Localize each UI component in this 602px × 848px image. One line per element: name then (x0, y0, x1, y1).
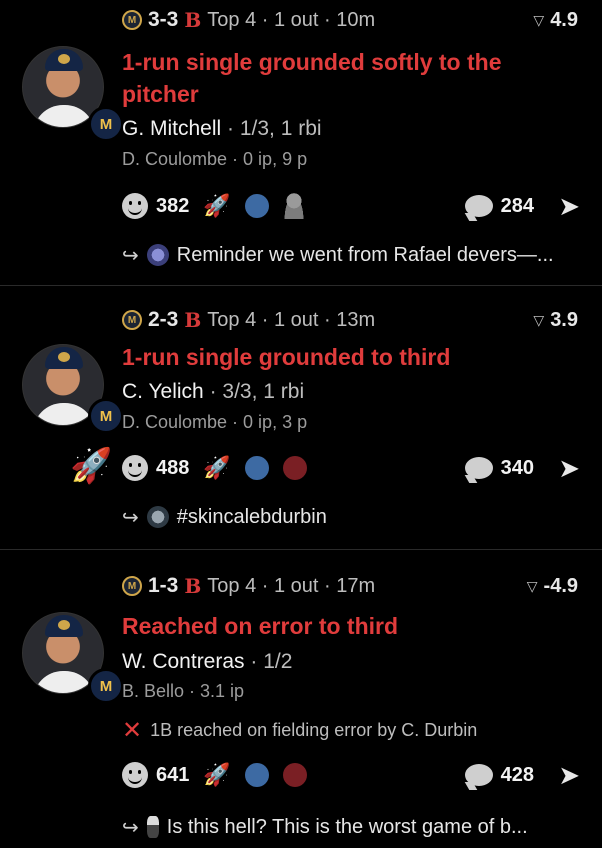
rocket-badge-icon: 🚀 (70, 447, 113, 485)
batter-stats: · 1/2 (250, 650, 293, 673)
batter-line: C. Yelich · 3/3, 1 rbi (122, 380, 304, 404)
top-reply[interactable]: ↪ #skincalebdurbin (122, 502, 327, 532)
reply-text: Reminder we went from Rafael devers—... (176, 243, 554, 266)
comments-button[interactable]: 340 (464, 453, 534, 483)
smile-reaction[interactable]: 641 (122, 762, 189, 788)
reply-text: Is this hell? This is the worst game of … (166, 815, 528, 838)
play-header: M 1-3 B Top 4 · 1 out · 17m (122, 572, 375, 600)
share-arrow-icon[interactable]: ➤ (558, 191, 580, 221)
score: 1-3 (148, 574, 179, 597)
leverage-icon: ▽ (533, 311, 545, 328)
play-title[interactable]: Reached on error to third (122, 610, 582, 642)
blue-dot-reaction[interactable] (244, 194, 269, 218)
play-title[interactable]: 1-run single grounded to third (122, 341, 582, 373)
brewers-logo-icon: M (88, 106, 124, 142)
reply-text: #skincalebdurbin (176, 505, 327, 528)
error-note: ✕ 1B reached on fielding error by C. Dur… (122, 716, 477, 745)
play-header: M 2-3 B Top 4 · 1 out · 13m (122, 306, 375, 334)
reply-arrow-icon: ↪ (122, 244, 139, 267)
reply-avatar (146, 506, 169, 528)
red-sox-b-icon: B (184, 308, 202, 332)
reply-arrow-icon: ↪ (122, 816, 139, 839)
reply-avatar (146, 816, 159, 838)
rocket-icon[interactable]: 🚀 (203, 762, 230, 788)
reaction-count: 488 (156, 456, 190, 479)
batter-name[interactable]: W. Contreras (122, 650, 245, 673)
smile-icon (122, 193, 148, 219)
comment-bubble-icon (464, 764, 493, 786)
inning-status: Top 4 · 1 out · 17m (207, 574, 376, 597)
leverage-value: -4.9 (543, 574, 578, 597)
comment-bubble-icon (464, 195, 493, 217)
brewers-logo-icon: M (88, 668, 124, 704)
brewers-logo-icon: M (88, 398, 124, 434)
top-reply[interactable]: ↪ Reminder we went from Rafael devers—..… (122, 240, 554, 270)
leverage-icon: ▽ (533, 11, 545, 28)
leverage-index: ▽ 4.9 (533, 6, 578, 34)
batter-stats: · 1/3, 1 rbi (227, 117, 322, 140)
batter-name[interactable]: C. Yelich (122, 380, 204, 403)
play-card-3[interactable]: M 1-3 B Top 4 · 1 out · 17m ▽ -4.9 M Rea… (0, 550, 602, 848)
pitcher-line: D. Coulombe · 0 ip, 9 p (122, 149, 308, 169)
brewers-shield-icon: M (122, 310, 142, 330)
blue-dot-reaction[interactable] (244, 763, 269, 787)
smile-reaction[interactable]: 382 (122, 193, 189, 219)
share-arrow-icon[interactable]: ➤ (558, 760, 580, 790)
pitcher-line: D. Coulombe · 0 ip, 3 p (122, 412, 308, 432)
leverage-icon: ▽ (526, 577, 538, 594)
batter-line: G. Mitchell · 1/3, 1 rbi (122, 117, 322, 141)
comment-count: 340 (500, 456, 534, 479)
inning-status: Top 4 · 1 out · 10m (207, 8, 376, 31)
smile-icon (122, 762, 148, 788)
comment-count: 284 (500, 194, 534, 217)
leverage-index: ▽ -4.9 (527, 572, 578, 600)
play-card-1[interactable]: M 3-3 B Top 4 · 1 out · 10m ▽ 4.9 M 1-ru… (0, 0, 602, 285)
ghost-reaction-icon[interactable] (282, 193, 305, 219)
play-title[interactable]: 1-run single grounded softly to the pitc… (122, 46, 582, 110)
comment-count: 428 (500, 763, 534, 786)
reactions-bar: 382 🚀 (122, 191, 305, 221)
red-sox-b-icon: B (184, 8, 202, 32)
play-card-2[interactable]: M 2-3 B Top 4 · 1 out · 13m ▽ 3.9 M 1-ru… (0, 286, 602, 549)
rocket-icon[interactable]: 🚀 (203, 455, 230, 481)
reaction-count: 382 (156, 194, 190, 217)
reactions-bar: 641 🚀 (122, 760, 307, 790)
brewers-shield-icon: M (122, 10, 142, 30)
batter-stats: · 3/3, 1 rbi (209, 380, 305, 403)
share-arrow-icon[interactable]: ➤ (558, 453, 580, 483)
error-text: 1B reached on fielding error by C. Durbi… (150, 720, 478, 740)
rocket-icon[interactable]: 🚀 (203, 193, 230, 219)
score: 3-3 (148, 8, 179, 31)
smile-icon (122, 455, 148, 481)
leverage-value: 3.9 (550, 308, 578, 331)
reactions-bar: 488 🚀 (122, 453, 307, 483)
error-x-icon: ✕ (122, 717, 143, 744)
inning-status: Top 4 · 1 out · 13m (207, 308, 376, 331)
comments-button[interactable]: 428 (464, 760, 534, 790)
red-sox-b-icon: B (184, 574, 202, 598)
batter-name[interactable]: G. Mitchell (122, 117, 221, 140)
red-dot-reaction[interactable] (282, 763, 307, 787)
reaction-count: 641 (156, 763, 190, 786)
play-header: M 3-3 B Top 4 · 1 out · 10m (122, 6, 375, 34)
reply-avatar (146, 244, 169, 266)
blue-dot-reaction[interactable] (244, 456, 269, 480)
reply-arrow-icon: ↪ (122, 506, 139, 529)
leverage-index: ▽ 3.9 (533, 306, 578, 334)
red-dot-reaction[interactable] (282, 456, 307, 480)
comments-button[interactable]: 284 (464, 191, 534, 221)
score: 2-3 (148, 308, 179, 331)
batter-line: W. Contreras · 1/2 (122, 650, 292, 674)
brewers-shield-icon: M (122, 576, 142, 596)
smile-reaction[interactable]: 488 (122, 455, 189, 481)
top-reply[interactable]: ↪ Is this hell? This is the worst game o… (122, 812, 528, 842)
comment-bubble-icon (464, 457, 493, 479)
pitcher-line: B. Bello · 3.1 ip (122, 681, 245, 701)
leverage-value: 4.9 (550, 8, 578, 31)
